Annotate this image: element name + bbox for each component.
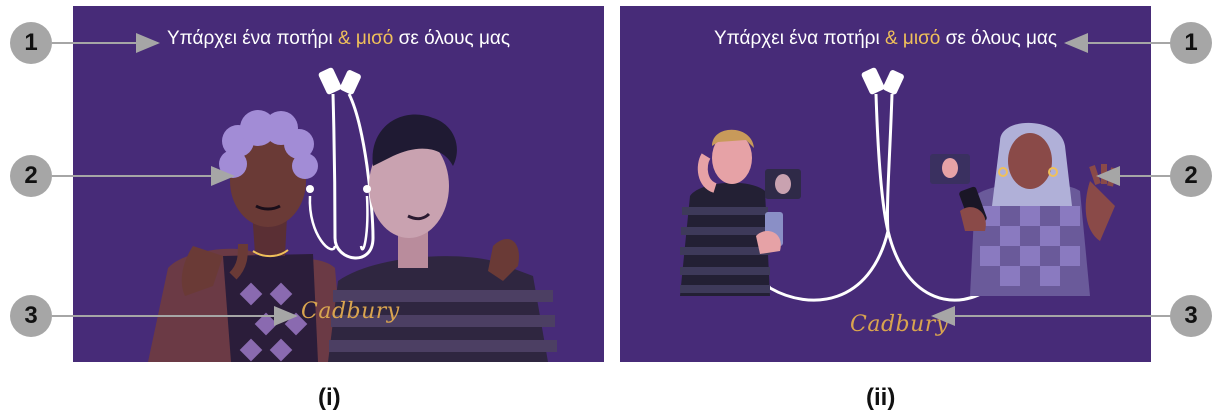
callout-badge-1-right: 1 — [1170, 22, 1212, 64]
cadbury-logo: Cadbury — [850, 312, 949, 337]
tagline-accent: & μισό — [337, 28, 394, 49]
callout-badge-1-left: 1 — [10, 22, 52, 64]
tagline-text: Υπάρχει ένα ποτήρι — [713, 28, 885, 49]
ad-illustration-ii — [620, 6, 1151, 362]
caption-i: (i) — [318, 384, 341, 411]
ad-panel-i: Υπάρχει ένα ποτήρι & μισό σε όλους μας C… — [73, 6, 604, 362]
callout-badge-2-left: 2 — [10, 155, 52, 197]
tagline-text-end: σε όλους μας — [940, 28, 1058, 49]
callout-badge-3-right: 3 — [1170, 295, 1212, 337]
tagline-text: Υπάρχει ένα ποτήρι — [166, 28, 338, 49]
tagline-text-end: σε όλους μας — [393, 28, 511, 49]
tagline: Υπάρχει ένα ποτήρι & μισό σε όλους μας — [73, 28, 604, 50]
tagline-accent: & μισό — [884, 28, 941, 49]
ad-panel-ii: Υπάρχει ένα ποτήρι & μισό σε όλους μας C… — [620, 6, 1151, 362]
caption-ii: (ii) — [866, 384, 896, 411]
tagline: Υπάρχει ένα ποτήρι & μισό σε όλους μας — [620, 28, 1151, 50]
callout-badge-3-left: 3 — [10, 295, 52, 337]
callout-badge-2-right: 2 — [1170, 155, 1212, 197]
cadbury-logo: Cadbury — [301, 299, 400, 324]
